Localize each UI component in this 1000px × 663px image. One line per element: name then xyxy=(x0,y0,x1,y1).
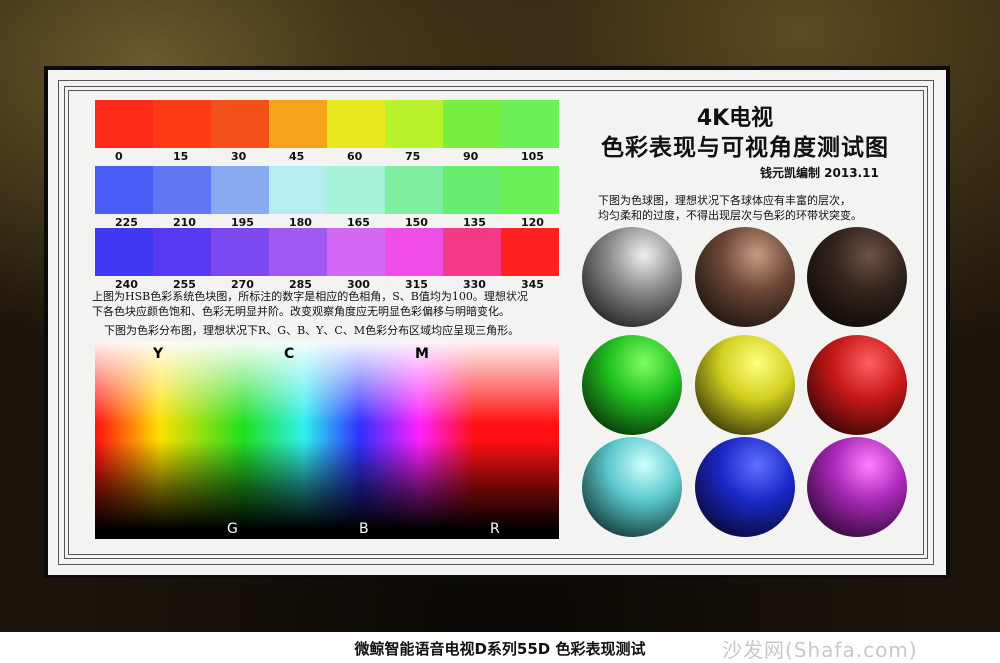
hue-swatch-120 xyxy=(501,166,559,214)
chart-author: 钱元凯编制 2013.11 xyxy=(760,166,879,180)
caption-text: 微鲸智能语音电视D系列55D 色彩表现测试 xyxy=(354,640,646,658)
hue-labels-1: 0 15 30 45 60 75 90 105 xyxy=(95,150,559,163)
hue-swatch-285 xyxy=(269,228,327,276)
label-c: C xyxy=(284,346,295,362)
hue-swatch-150 xyxy=(385,166,443,214)
hue-swatch-90 xyxy=(443,100,501,148)
hue-swatch-0 xyxy=(95,100,153,148)
label-b: B xyxy=(359,521,369,537)
hue-row-3 xyxy=(95,228,559,276)
sphere-gray xyxy=(582,227,682,327)
hue-label: 0 xyxy=(115,150,123,163)
sphere-cyan xyxy=(582,437,682,537)
hue-swatch-165 xyxy=(327,166,385,214)
hue-swatch-300 xyxy=(327,228,385,276)
sphere-blue xyxy=(695,437,795,537)
sphere-brown xyxy=(695,227,795,327)
sphere-dark-brown xyxy=(807,227,907,327)
hue-swatch-225 xyxy=(95,166,153,214)
sphere-yellow xyxy=(695,335,795,435)
hue-swatch-270 xyxy=(211,228,269,276)
label-g: G xyxy=(227,521,238,537)
color-distribution-chart: Y C M G B R xyxy=(95,341,559,539)
hue-label: 105 xyxy=(521,150,544,163)
label-m: M xyxy=(415,346,429,362)
hue-swatch-330 xyxy=(443,228,501,276)
hue-label: 75 xyxy=(405,150,421,163)
hue-swatch-315 xyxy=(385,228,443,276)
black-fade xyxy=(95,341,559,539)
label-r: R xyxy=(490,521,500,537)
hue-swatch-75 xyxy=(385,100,443,148)
hue-swatch-60 xyxy=(327,100,385,148)
chart-title-line2: 色彩表现与可视角度测试图 xyxy=(601,135,889,161)
hue-swatch-255 xyxy=(153,228,211,276)
hue-label: 15 xyxy=(173,150,189,163)
caption-bar: 沙发网(Shafa.com) 微鲸智能语音电视D系列55D 色彩表现测试 xyxy=(0,632,1000,663)
hue-swatch-345 xyxy=(501,228,559,276)
hue-swatch-210 xyxy=(153,166,211,214)
hue-swatch-45 xyxy=(269,100,327,148)
hue-label: 60 xyxy=(347,150,363,163)
hue-swatch-105 xyxy=(501,100,559,148)
hsb-description-line2: 下各色块应颜色饱和、色彩无明显并阶。改变观察角度应无明显色彩偏移与明暗变化。 xyxy=(92,305,510,318)
sphere-description-line1: 下图为色球图，理想状况下各球体应有丰富的层次， xyxy=(598,194,851,207)
hue-swatch-30 xyxy=(211,100,269,148)
hue-label: 90 xyxy=(463,150,479,163)
sphere-description-line2: 均匀柔和的过度，不得出现层次与色彩的环带状突变。 xyxy=(598,209,862,222)
hue-row-1 xyxy=(95,100,559,148)
hue-label: 45 xyxy=(289,150,305,163)
hue-swatch-240 xyxy=(95,228,153,276)
hue-row-2 xyxy=(95,166,559,214)
hsb-description-line1: 上图为HSB色彩系统色块图，所标注的数字是相应的色相角，S、B值均为100。理想… xyxy=(92,290,528,303)
sphere-description: 下图为色球图，理想状况下各球体应有丰富的层次， 均匀柔和的过度，不得出现层次与色… xyxy=(598,193,862,223)
sphere-magenta xyxy=(807,437,907,537)
label-y: Y xyxy=(153,346,164,362)
hue-swatch-180 xyxy=(269,166,327,214)
sphere-red xyxy=(807,335,907,435)
hue-label: 30 xyxy=(231,150,247,163)
distribution-description: 下图为色彩分布图，理想状况下R、G、B、Y、C、M色彩分布区域均应呈现三角形。 xyxy=(104,324,520,337)
sphere-green xyxy=(582,335,682,435)
hue-swatch-195 xyxy=(211,166,269,214)
hue-swatch-15 xyxy=(153,100,211,148)
hue-swatch-135 xyxy=(443,166,501,214)
